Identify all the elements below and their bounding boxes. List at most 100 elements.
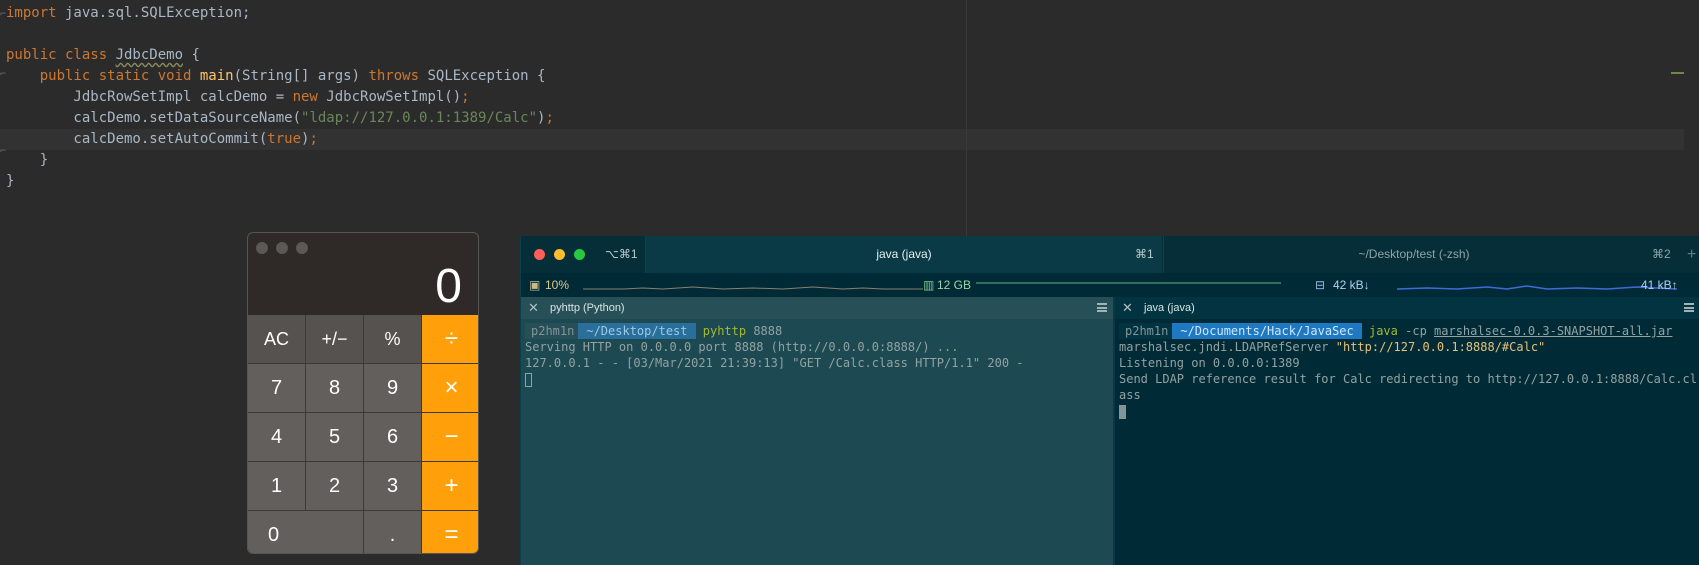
new-tab-button[interactable]: + xyxy=(1687,236,1696,273)
minimize-button[interactable] xyxy=(276,242,288,254)
status-bar: ▣ 10% ▥ 12 GB ⊟ 42 kB↓ 41 kB↑ xyxy=(521,273,1699,297)
digit-7-key[interactable]: 7 xyxy=(248,364,305,412)
tab-zsh-label: ~/Desktop/test (-zsh) xyxy=(1358,247,1470,261)
tab-java-shortcut: ⌘1 xyxy=(1135,247,1154,261)
pane-title: pyhttp (Python) xyxy=(550,302,625,314)
percent-key[interactable]: % xyxy=(364,315,421,363)
digit-6-key[interactable]: 6 xyxy=(364,413,421,461)
tab-java[interactable]: java (java) xyxy=(646,236,1162,273)
digit-2-key[interactable]: 2 xyxy=(306,462,363,510)
class-name: JdbcDemo xyxy=(115,47,184,63)
prompt-line: p2hm1n ~/Documents/Hack/JavaSec java -cp … xyxy=(1119,323,1672,339)
code-text: calcDemo.setAutoCommit( xyxy=(6,131,268,147)
digit-1-key[interactable]: 1 xyxy=(248,462,305,510)
semicolon: ; xyxy=(545,110,554,126)
close-pane-icon[interactable]: ✕ xyxy=(528,297,539,319)
keyword: true xyxy=(267,131,302,147)
add-key[interactable]: + xyxy=(422,462,478,510)
code-line-autocommit[interactable]: calcDemo.setAutoCommit(true); xyxy=(6,129,317,150)
keyword: public class xyxy=(6,47,116,63)
digit-3-key[interactable]: 3 xyxy=(364,462,421,510)
cpu-sparkline xyxy=(583,286,923,290)
decimal-key[interactable]: . xyxy=(364,511,421,553)
sign-key[interactable]: +/− xyxy=(306,315,363,363)
network-icon: ⊟ xyxy=(1315,278,1326,292)
prompt-user: p2hm1n xyxy=(1119,323,1173,339)
equals-key[interactable]: = xyxy=(422,511,478,553)
digit-5-key[interactable]: 5 xyxy=(306,413,363,461)
jar-path[interactable]: marshalsec-0.0.3-SNAPSHOT-all.jar xyxy=(1434,324,1672,338)
code-text: JdbcRowSetImpl() xyxy=(317,89,462,105)
tab-java-label: java (java) xyxy=(876,247,932,261)
digit-8-key[interactable]: 8 xyxy=(306,364,363,412)
minimize-button[interactable] xyxy=(554,249,565,260)
memory-icon: ▥ xyxy=(923,278,935,292)
close-button[interactable] xyxy=(534,249,545,260)
memory-usage: 12 GB xyxy=(937,278,972,292)
cpu-usage: 10% xyxy=(545,278,570,292)
command-arg: 8888 xyxy=(746,324,783,338)
code-text: java.sql.SQLException; xyxy=(56,5,251,21)
prompt-line: p2hm1n ~/Desktop/test pyhttp 8888 xyxy=(525,323,782,339)
terminal-pane-pyhttp[interactable]: ✕ pyhttp (Python) p2hm1n ~/Desktop/test p… xyxy=(521,297,1113,565)
command-arg: marshalsec.jndi.LDAPRefServer xyxy=(1119,340,1336,354)
cpu-icon: ▣ xyxy=(529,278,541,292)
network-down: 42 kB↓ xyxy=(1333,278,1370,292)
close-pane-icon[interactable]: ✕ xyxy=(1122,297,1133,319)
code-line-datasource[interactable]: calcDemo.setDataSourceName("ldap://127.0… xyxy=(6,108,554,129)
cursor xyxy=(525,373,532,387)
keyword: public static void xyxy=(6,68,200,84)
calculator-titlebar[interactable] xyxy=(248,233,478,259)
pane-title: java (java) xyxy=(1144,302,1195,314)
network-sparkline xyxy=(1397,285,1677,290)
digit-0-key[interactable]: 0 xyxy=(248,511,363,553)
pane-menu-icon[interactable] xyxy=(1097,303,1107,312)
code-text: { xyxy=(183,47,200,63)
pane-menu-icon[interactable] xyxy=(1684,303,1694,312)
memory-bar xyxy=(976,282,1281,284)
error-stripe-mark[interactable] xyxy=(1671,72,1684,74)
zoom-button[interactable] xyxy=(296,242,308,254)
command: pyhttp xyxy=(702,324,747,338)
cursor xyxy=(1119,405,1126,419)
semicolon: ; xyxy=(461,89,470,105)
tab-zsh-shortcut: ⌘2 xyxy=(1652,247,1671,261)
keyword: new xyxy=(292,89,318,105)
zoom-button[interactable] xyxy=(574,249,585,260)
code-text: JdbcRowSetImpl calcDemo = xyxy=(6,89,293,105)
multiply-key[interactable]: × xyxy=(422,364,478,412)
prompt-path: ~/Documents/Hack/JavaSec xyxy=(1172,323,1362,339)
code-text: SQLException { xyxy=(419,68,546,84)
tab-zsh[interactable]: ~/Desktop/test (-zsh) xyxy=(1164,236,1664,273)
terminal-window: ⌥⌘1 java (java) ⌘1 ~/Desktop/test (-zsh)… xyxy=(520,236,1699,565)
code-line-close-class[interactable]: } xyxy=(6,171,14,192)
calculator-window: 0 AC +/− % ÷ 7 8 9 × 4 5 6 − 1 2 3 + 0 .… xyxy=(247,232,479,554)
code-line-main[interactable]: public static void main(String[] args) t… xyxy=(6,66,546,87)
code-line-import[interactable]: import java.sql.SQLException; xyxy=(6,3,250,24)
output-line: 127.0.0.1 - - [03/Mar/2021 21:39:13] "GE… xyxy=(525,356,1024,370)
output-line: Send LDAP reference result for Calc redi… xyxy=(1119,372,1697,386)
code-line-class[interactable]: public class JdbcDemo { xyxy=(6,45,200,66)
code-text: calcDemo.setDataSourceName( xyxy=(6,110,302,126)
close-button[interactable] xyxy=(256,242,268,254)
subtract-key[interactable]: − xyxy=(422,413,478,461)
command: java xyxy=(1368,324,1398,338)
calculator-display: 0 xyxy=(435,260,462,313)
terminal-pane-java[interactable]: ✕ java (java) p2hm1n ~/Documents/Hack/Jav… xyxy=(1115,297,1699,565)
code-text: } xyxy=(6,173,15,189)
prompt-path: ~/Desktop/test xyxy=(578,323,696,339)
command-line-continued: marshalsec.jndi.LDAPRefServer "http://12… xyxy=(1119,339,1545,355)
pane-header: ✕ pyhttp (Python) xyxy=(521,297,1113,319)
code-line-new[interactable]: JdbcRowSetImpl calcDemo = new JdbcRowSet… xyxy=(6,87,470,108)
command-string: "http://127.0.0.1:8888/#Calc" xyxy=(1335,340,1546,354)
digit-9-key[interactable]: 9 xyxy=(364,364,421,412)
calculator-keypad: AC +/− % ÷ 7 8 9 × 4 5 6 − 1 2 3 + 0 . = xyxy=(248,315,478,553)
divide-key[interactable]: ÷ xyxy=(422,315,478,363)
prompt-user: p2hm1n xyxy=(525,323,579,339)
terminal-tab-bar: ⌥⌘1 java (java) ⌘1 ~/Desktop/test (-zsh)… xyxy=(521,236,1699,274)
command-arg: -cp xyxy=(1397,324,1435,338)
keyword: throws xyxy=(368,68,420,84)
code-line-close-method[interactable]: } xyxy=(6,150,48,171)
clear-key[interactable]: AC xyxy=(248,315,305,363)
digit-4-key[interactable]: 4 xyxy=(248,413,305,461)
